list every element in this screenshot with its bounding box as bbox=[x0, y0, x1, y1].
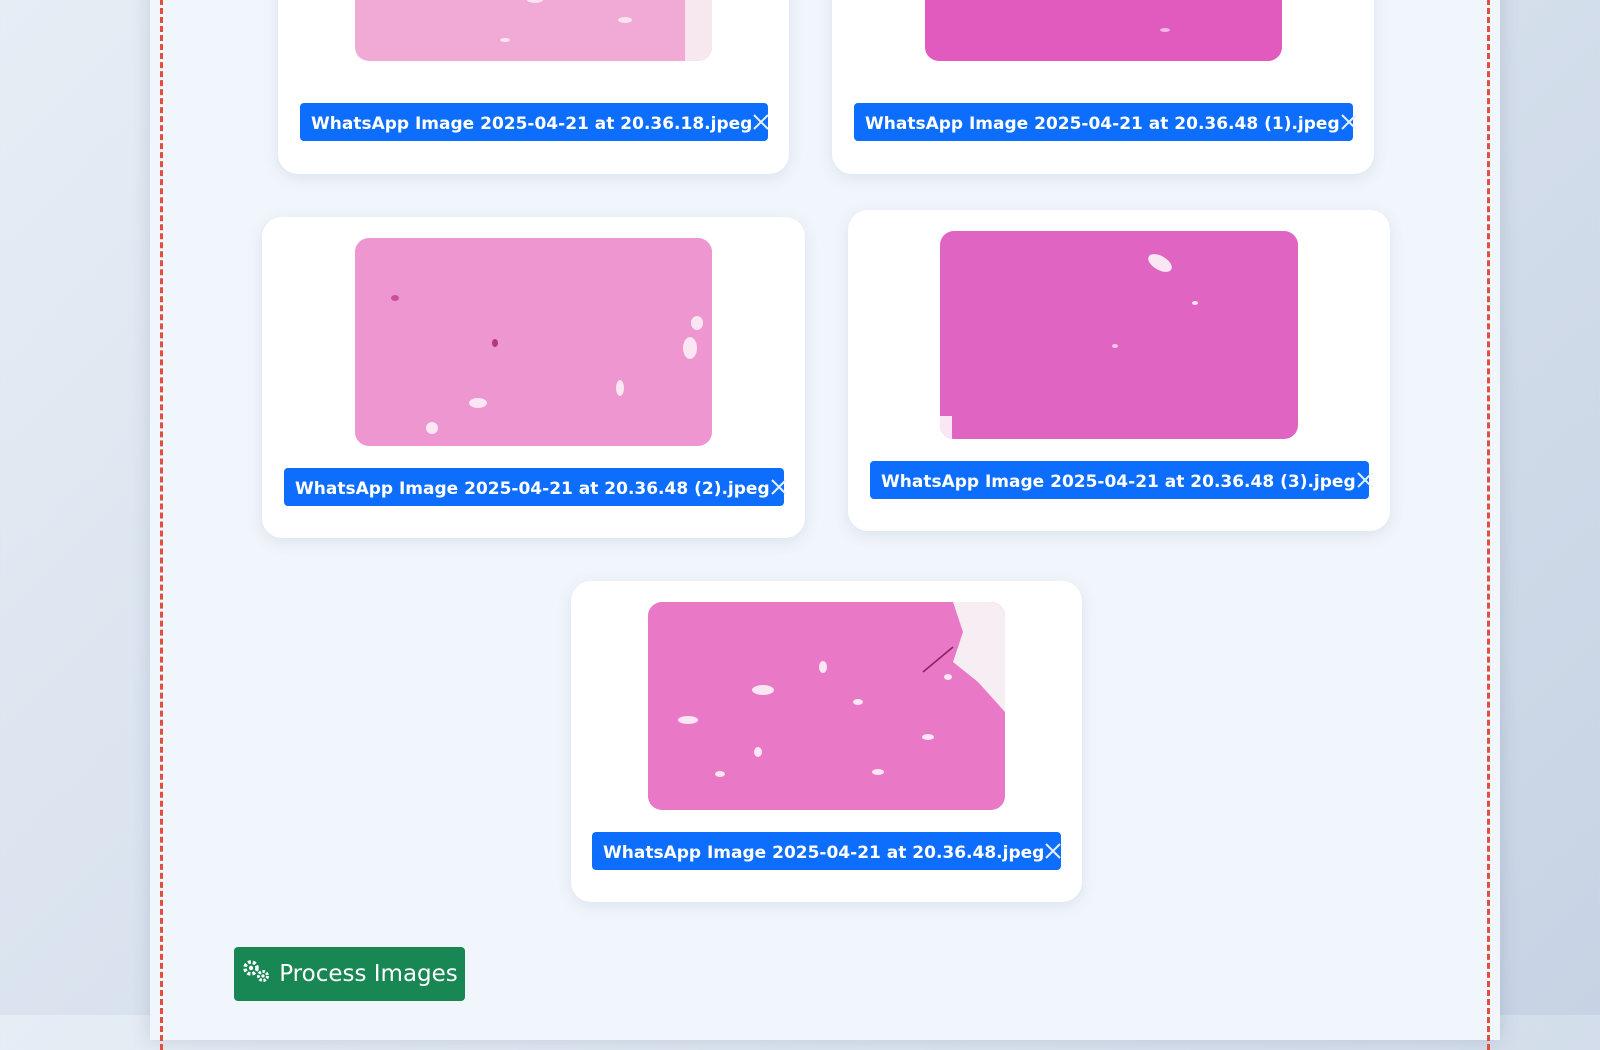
process-images-button[interactable]: Process Images bbox=[234, 947, 465, 1001]
image-preview-card: WhatsApp Image 2025-04-21 at 20.36.18.jp… bbox=[278, 0, 789, 174]
image-preview-card: WhatsApp Image 2025-04-21 at 20.36.48 (3… bbox=[848, 210, 1390, 531]
image-thumbnail bbox=[925, 0, 1282, 61]
image-thumbnail bbox=[648, 602, 1005, 810]
file-name: WhatsApp Image 2025-04-21 at 20.36.48 (3… bbox=[881, 471, 1356, 492]
image-preview-card: WhatsApp Image 2025-04-21 at 20.36.48 (2… bbox=[262, 217, 805, 538]
image-preview-card: WhatsApp Image 2025-04-21 at 20.36.48 (1… bbox=[832, 0, 1374, 174]
image-thumbnail bbox=[940, 231, 1298, 439]
close-icon[interactable] bbox=[770, 474, 788, 500]
close-icon[interactable] bbox=[1044, 838, 1062, 864]
image-preview-card: WhatsApp Image 2025-04-21 at 20.36.48.jp… bbox=[571, 581, 1082, 902]
process-images-label: Process Images bbox=[279, 961, 458, 987]
close-icon[interactable] bbox=[1356, 467, 1374, 493]
image-thumbnail bbox=[355, 0, 712, 61]
close-icon[interactable] bbox=[752, 109, 770, 135]
file-name: WhatsApp Image 2025-04-21 at 20.36.48.jp… bbox=[603, 842, 1045, 863]
file-name: WhatsApp Image 2025-04-21 at 20.36.18.jp… bbox=[311, 113, 753, 134]
file-name: WhatsApp Image 2025-04-21 at 20.36.48 (2… bbox=[295, 478, 770, 499]
file-tag: WhatsApp Image 2025-04-21 at 20.36.48 (2… bbox=[284, 468, 787, 506]
file-tag: WhatsApp Image 2025-04-21 at 20.36.18.jp… bbox=[300, 103, 770, 141]
file-tag: WhatsApp Image 2025-04-21 at 20.36.48 (1… bbox=[854, 103, 1357, 141]
file-tag: WhatsApp Image 2025-04-21 at 20.36.48.jp… bbox=[592, 832, 1062, 870]
close-icon[interactable] bbox=[1340, 109, 1358, 135]
file-name: WhatsApp Image 2025-04-21 at 20.36.48 (1… bbox=[865, 113, 1340, 134]
image-thumbnail bbox=[355, 238, 712, 446]
gears-icon bbox=[241, 958, 271, 990]
file-tag: WhatsApp Image 2025-04-21 at 20.36.48 (3… bbox=[870, 461, 1373, 499]
